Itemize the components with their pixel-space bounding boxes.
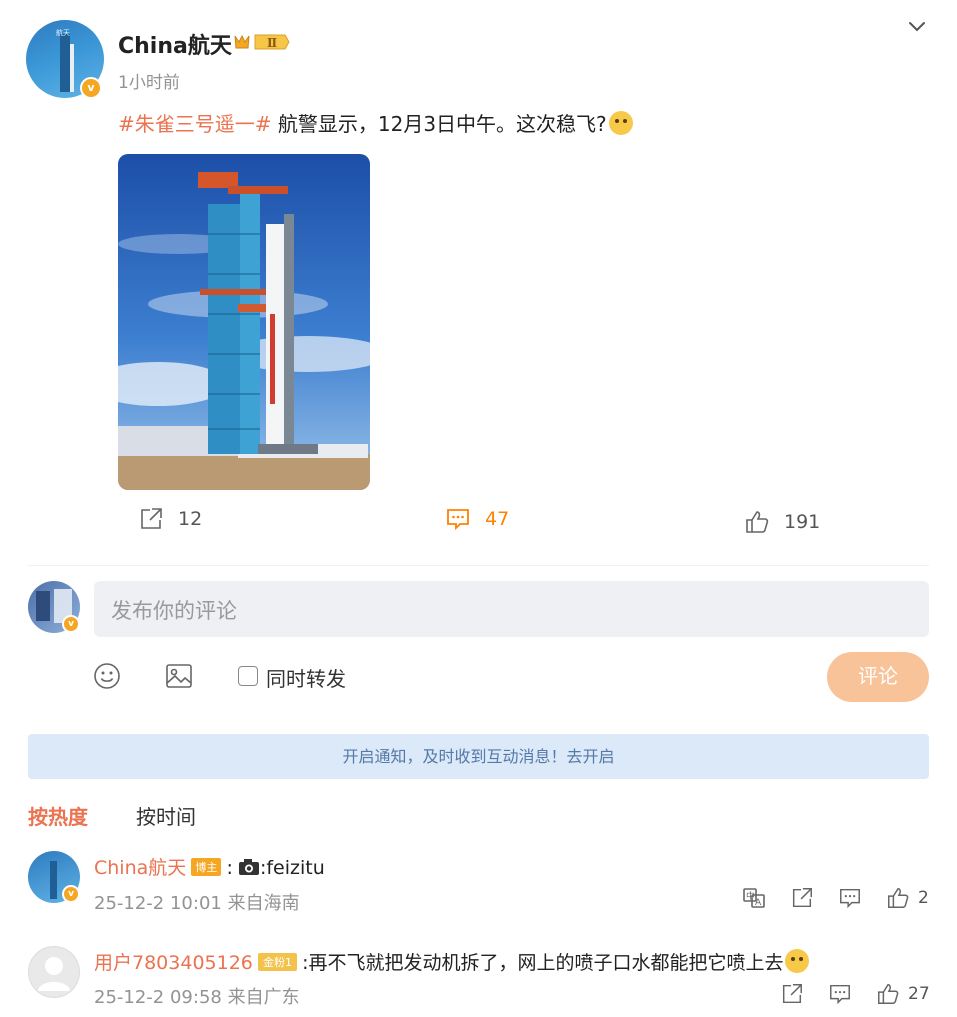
verified-badge-icon: v <box>62 615 80 633</box>
sort-by-hot-tab[interactable]: 按热度 <box>28 801 88 830</box>
fan-badge: 金粉1 <box>257 953 297 971</box>
member-level-icon: Ⅱ <box>234 34 290 50</box>
comment-input[interactable]: 发布你的评论 <box>94 581 929 637</box>
like-button[interactable]: 191 <box>744 509 820 535</box>
thumbs-up-icon <box>746 511 769 533</box>
repost-checkbox[interactable] <box>238 666 258 686</box>
divider <box>28 565 929 566</box>
comment-like-count: 2 <box>918 888 929 908</box>
comment-text-suffix: :feizitu <box>259 857 325 879</box>
comment-like-button[interactable]: 27 <box>876 982 930 1006</box>
svg-text:中: 中 <box>746 890 755 902</box>
verified-badge-icon: v <box>62 885 80 903</box>
post-time: 1小时前 <box>118 73 180 93</box>
author-name[interactable]: China航天 <box>118 28 232 60</box>
hashtag-link[interactable]: #朱雀三号遥一# <box>118 112 272 136</box>
comment-avatar[interactable] <box>28 946 80 998</box>
post-image[interactable] <box>118 154 370 490</box>
notification-banner[interactable]: 开启通知，及时收到互动消息！去开启 <box>28 734 929 779</box>
reply-icon[interactable] <box>828 982 852 1006</box>
author-tag: 博主 <box>191 858 222 876</box>
comment-text: : <box>226 857 233 879</box>
svg-text:Ⅱ: Ⅱ <box>267 36 277 50</box>
comment-user[interactable]: China航天 <box>94 857 186 879</box>
comment-text: :再不飞就把发动机拆了，网上的喷子口水都能把它喷上去 <box>302 952 784 974</box>
share-icon <box>141 508 162 529</box>
thumbs-up-icon <box>888 888 909 908</box>
default-user-icon <box>38 957 70 991</box>
comment-like-button[interactable]: 2 <box>886 886 929 910</box>
svg-text:A: A <box>755 898 762 908</box>
share-icon[interactable] <box>790 886 814 910</box>
reply-icon[interactable] <box>838 886 862 910</box>
doge-emoji-icon <box>785 949 810 973</box>
submit-comment-button[interactable]: 评论 <box>827 652 929 702</box>
comment-line: 用户7803405126 金粉1 :再不飞就把发动机拆了，网上的喷子口水都能把它… <box>94 948 810 975</box>
comment-count: 47 <box>485 508 510 530</box>
repost-button[interactable]: 12 <box>138 506 202 532</box>
comment-line: China航天 博主 : :feizitu <box>94 853 325 880</box>
comment-meta: 25-12-2 10:01 来自海南 <box>94 893 300 914</box>
post-text: #朱雀三号遥一# 航警显示，12月3日中午。这次稳飞? <box>118 108 633 137</box>
chevron-down-icon[interactable] <box>906 16 928 38</box>
like-count: 191 <box>784 511 821 533</box>
repost-checkbox-label[interactable]: 同时转发 <box>266 663 346 692</box>
comment-user[interactable]: 用户7803405126 <box>94 952 253 974</box>
emoji-icon[interactable] <box>92 661 122 691</box>
thumbs-up-icon <box>878 984 899 1004</box>
image-icon[interactable] <box>164 661 194 691</box>
verified-badge-icon: v <box>80 77 102 99</box>
comment-like-count: 27 <box>908 984 930 1004</box>
repost-count: 12 <box>178 508 203 530</box>
comment-meta: 25-12-2 09:58 来自广东 <box>94 987 300 1008</box>
share-icon[interactable] <box>780 982 804 1006</box>
sort-by-time-tab[interactable]: 按时间 <box>136 801 196 830</box>
post-body: 航警显示，12月3日中午。这次稳飞? <box>271 112 607 136</box>
comment-icon <box>447 509 469 531</box>
comment-button[interactable]: 47 <box>445 506 509 532</box>
doge-emoji-icon <box>608 111 633 135</box>
camera-icon <box>238 859 259 875</box>
translate-icon[interactable]: 中 A <box>742 886 766 910</box>
